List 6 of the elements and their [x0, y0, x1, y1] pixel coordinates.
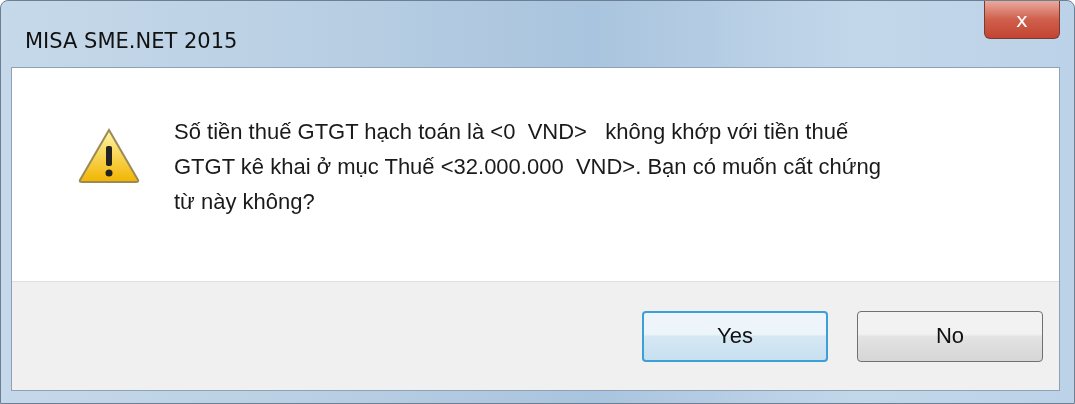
close-button[interactable]: x [984, 1, 1060, 39]
dialog-button[interactable]: Yes [642, 310, 828, 362]
warning-icon [78, 128, 140, 184]
window-title: MISA SME.NET 2015 [24, 28, 238, 53]
message-text: Số tiền thuế GTGT hạch toán là <0 VND> không khớp với tiền thuế GTGT kê khai ở mục Thuế <32.000.000 VND>. Bạn có muốn cất chứng từ này không? [174, 118, 883, 216]
dialog-button[interactable]: No [857, 310, 1043, 362]
